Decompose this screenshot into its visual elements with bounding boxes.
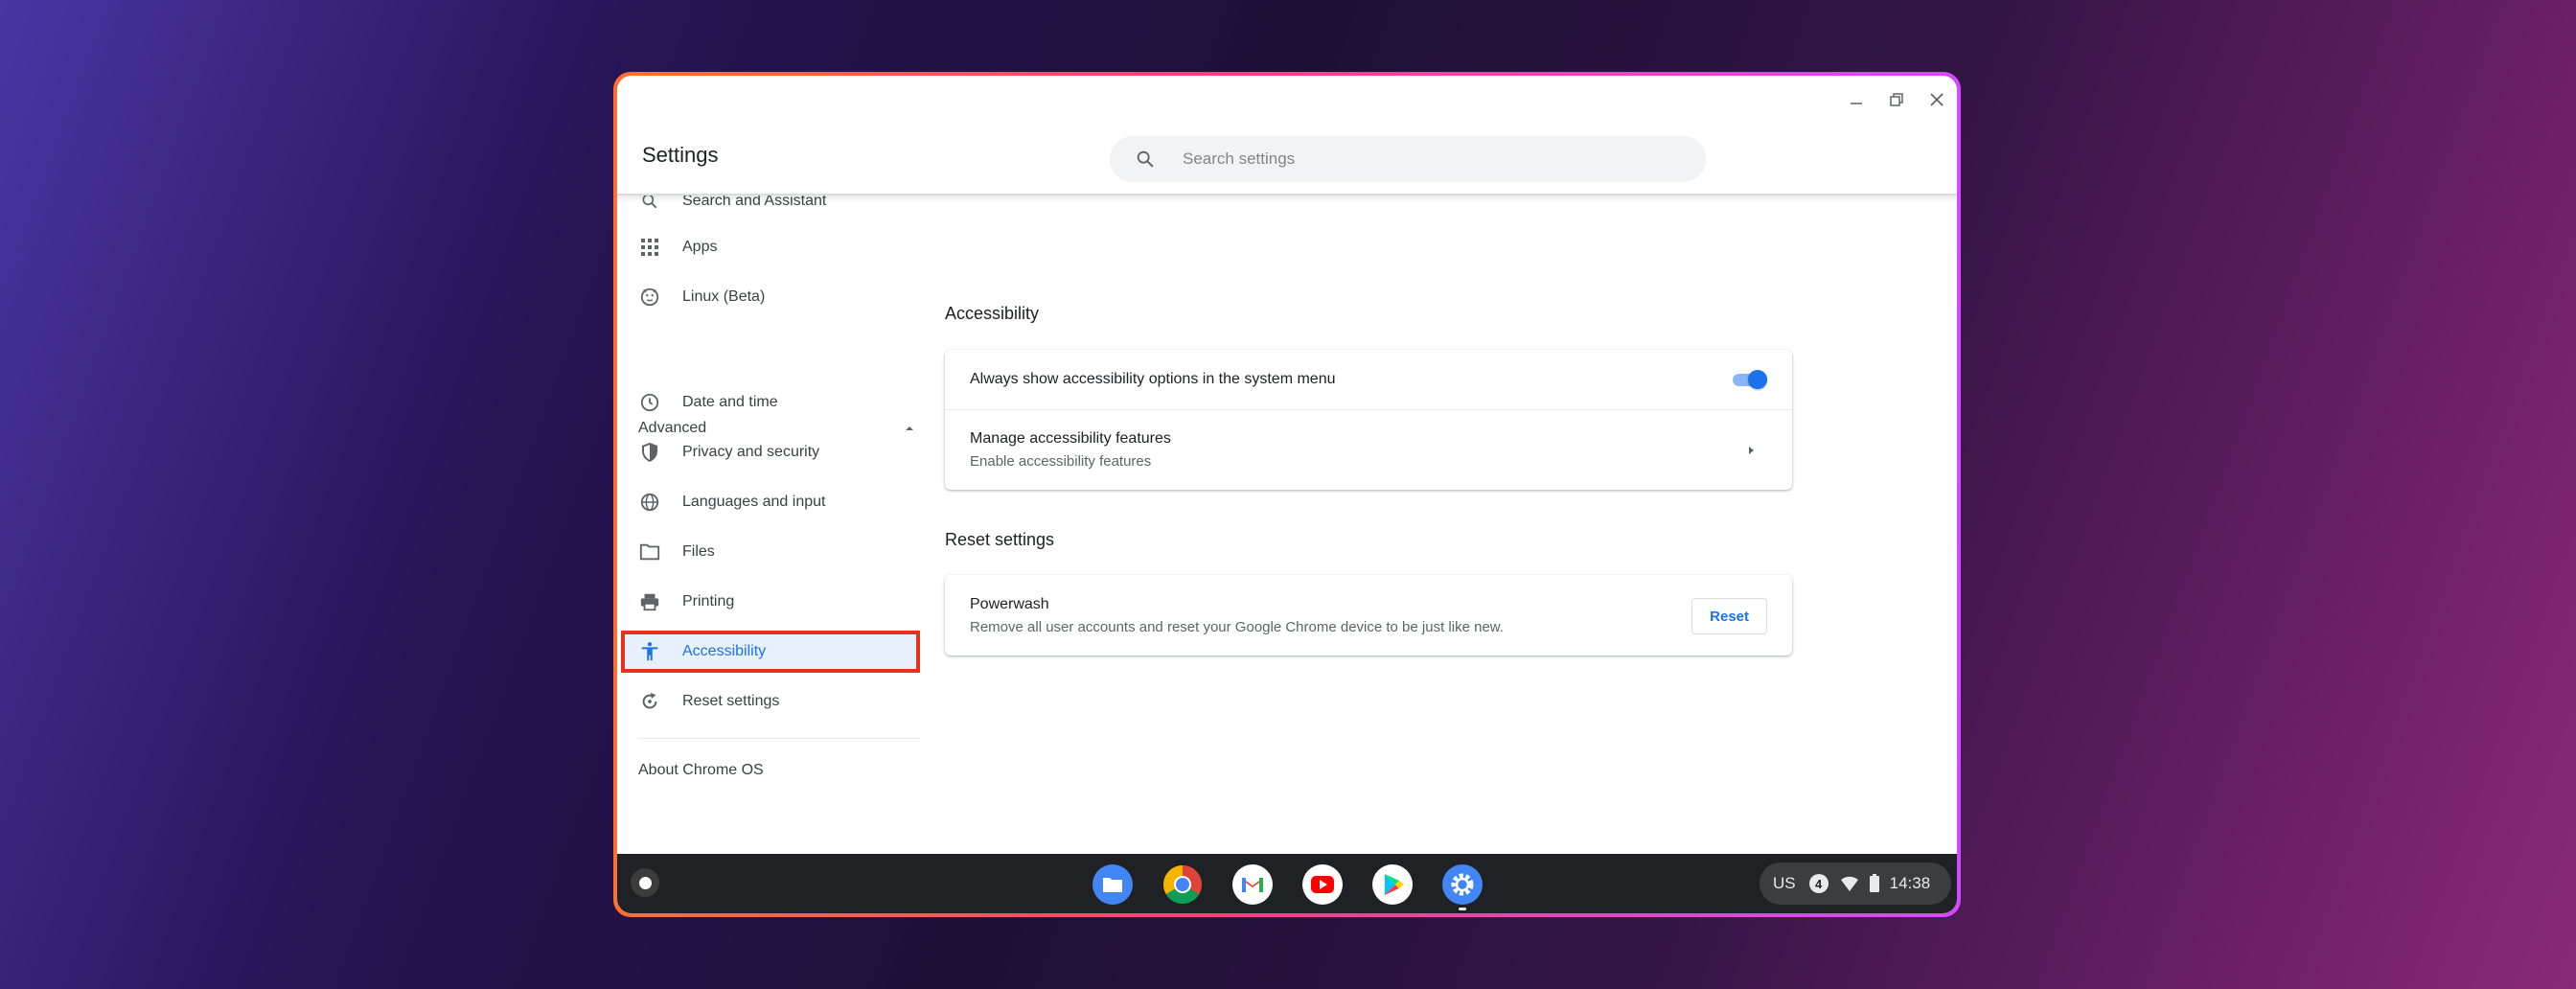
settings-window: Settings Search settings Search and Assi… (617, 76, 1957, 913)
accessibility-icon (638, 640, 661, 663)
close-icon (1930, 93, 1944, 106)
youtube-app[interactable] (1302, 864, 1343, 905)
always-show-toggle[interactable] (1731, 367, 1769, 392)
play-store-icon (1372, 864, 1413, 905)
sidebar-item-accessibility[interactable]: Accessibility (621, 631, 920, 673)
wifi-icon (1840, 876, 1858, 891)
accessibility-section-title: Accessibility (945, 304, 1040, 323)
gmail-icon (1232, 864, 1273, 905)
folder-icon (638, 540, 661, 564)
sidebar-item-label: Accessibility (682, 643, 767, 659)
printer-icon (638, 590, 661, 613)
always-show-label: Always show accessibility options in the… (970, 371, 1336, 387)
sidebar-item-label: Privacy and security (682, 444, 820, 460)
settings-app[interactable] (1442, 864, 1483, 910)
manage-features-title: Manage accessibility features (970, 430, 1171, 447)
linux-penguin-icon (638, 286, 661, 309)
shield-icon (638, 441, 661, 464)
page-title: Settings (642, 143, 719, 167)
youtube-icon (1302, 864, 1343, 905)
settings-gear-icon (1442, 864, 1483, 905)
gmail-app[interactable] (1232, 864, 1273, 905)
keyboard-layout: US (1773, 874, 1796, 892)
active-app-indicator (1459, 908, 1466, 910)
minimize-icon (1851, 103, 1862, 104)
settings-sidebar: Search and Assistant Apps Linux (Beta) A… (617, 193, 924, 854)
powerwash-title: Powerwash (970, 595, 1049, 612)
sidebar-item-languages-and-input[interactable]: Languages and input (617, 481, 920, 523)
always-show-accessibility-row[interactable]: Always show accessibility options in the… (945, 350, 1792, 410)
settings-main: Accessibility Always show accessibility … (924, 196, 1957, 854)
launcher-button[interactable] (631, 868, 659, 897)
chromeos-shelf: US 4 14:38 (617, 854, 1957, 913)
globe-icon (638, 491, 661, 514)
search-bar[interactable] (1110, 136, 1706, 182)
chrome-icon (1163, 865, 1202, 904)
sidebar-item-linux[interactable]: Linux (Beta) (617, 276, 920, 318)
clock-time: 14:38 (1889, 874, 1931, 892)
manage-accessibility-features-row[interactable]: Manage accessibility features Enable acc… (945, 410, 1792, 490)
sidebar-item-label: Date and time (682, 394, 778, 410)
search-icon (1137, 150, 1154, 168)
status-tray[interactable]: US 4 14:38 (1760, 862, 1951, 905)
sidebar-item-privacy-and-security[interactable]: Privacy and security (617, 431, 920, 473)
chevron-right-icon (1749, 447, 1754, 454)
powerwash-row: Powerwash Remove all user accounts and r… (945, 575, 1792, 656)
sidebar-item-label: Linux (Beta) (682, 288, 766, 305)
reset-button[interactable]: Reset (1691, 598, 1767, 634)
sidebar-item-reset-settings[interactable]: Reset settings (617, 680, 920, 723)
minimize-button[interactable] (1842, 85, 1871, 114)
sidebar-item-date-and-time[interactable]: Date and time (617, 381, 920, 424)
sidebar-item-apps[interactable]: Apps (617, 226, 920, 268)
reset-section-title: Reset settings (945, 530, 1055, 549)
sidebar-item-label: Languages and input (682, 494, 826, 510)
sidebar-item-printing[interactable]: Printing (617, 581, 920, 623)
close-button[interactable] (1922, 85, 1951, 114)
reset-icon (638, 690, 661, 713)
manage-features-subtitle: Enable accessibility features (970, 453, 1152, 470)
clock-icon (638, 391, 661, 414)
sidebar-item-label: About Chrome OS (638, 762, 764, 778)
maximize-button[interactable] (1882, 85, 1911, 114)
chrome-app[interactable] (1162, 864, 1203, 905)
restore-icon (1890, 93, 1903, 106)
sidebar-item-about-chrome-os[interactable]: About Chrome OS (617, 749, 920, 792)
launcher-icon (638, 876, 652, 889)
settings-header: Settings (617, 76, 1957, 196)
device-frame: Settings Search settings Search and Assi… (613, 72, 1961, 917)
notification-count-badge: 4 (1808, 874, 1828, 893)
files-app[interactable] (1092, 864, 1133, 905)
sidebar-divider (638, 738, 920, 739)
files-icon (1092, 864, 1133, 905)
powerwash-subtitle: Remove all user accounts and reset your … (970, 618, 1504, 635)
play-store-app[interactable] (1372, 864, 1413, 905)
sidebar-item-label: Reset settings (682, 693, 780, 709)
sidebar-item-label: Printing (682, 593, 735, 610)
search-input[interactable] (1181, 149, 1683, 170)
battery-icon (1869, 874, 1879, 892)
sidebar-item-label: Apps (682, 239, 718, 255)
reset-card: Powerwash Remove all user accounts and r… (945, 575, 1792, 656)
accessibility-card: Always show accessibility options in the… (945, 350, 1792, 490)
apps-grid-icon (638, 236, 661, 259)
sidebar-item-files[interactable]: Files (617, 531, 920, 573)
sidebar-item-label: Files (682, 543, 715, 560)
